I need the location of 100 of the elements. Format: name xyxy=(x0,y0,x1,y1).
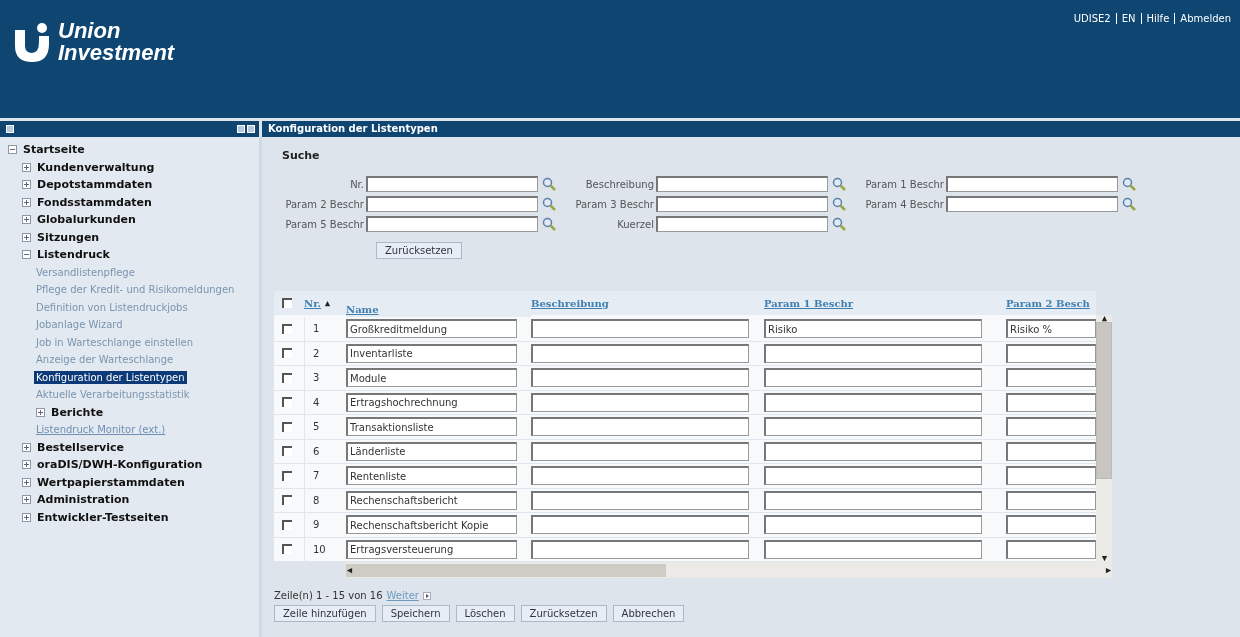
search-field[interactable] xyxy=(946,176,1118,192)
tree-item[interactable]: Konfiguration der Listentypen xyxy=(34,370,187,384)
param-field[interactable] xyxy=(1006,466,1096,486)
search-field[interactable] xyxy=(656,196,828,212)
description-field[interactable] xyxy=(531,368,749,388)
tree-folder[interactable]: Sitzungen xyxy=(37,230,100,244)
search-icon[interactable] xyxy=(832,177,846,191)
row-checkbox[interactable] xyxy=(282,446,292,457)
expand-icon[interactable] xyxy=(36,407,45,417)
row-checkbox[interactable] xyxy=(282,544,292,555)
name-field[interactable]: Transaktionsliste xyxy=(346,417,517,437)
description-field[interactable] xyxy=(531,441,749,461)
param-field[interactable] xyxy=(764,490,982,510)
action-button[interactable]: Zeile hinzufügen xyxy=(274,605,376,622)
search-field[interactable] xyxy=(656,176,828,192)
name-field[interactable]: Ertragshochrechnung xyxy=(346,392,517,412)
param-field[interactable] xyxy=(1006,417,1096,437)
vertical-scrollbar[interactable] xyxy=(1096,315,1112,562)
expand-icon[interactable] xyxy=(22,215,31,225)
param-field[interactable] xyxy=(764,368,982,388)
description-field[interactable] xyxy=(531,417,749,437)
param-field[interactable]: Risiko xyxy=(764,319,982,339)
search-icon[interactable] xyxy=(542,197,556,211)
tree-folder[interactable]: Fondsstammdaten xyxy=(37,195,152,209)
description-field[interactable] xyxy=(531,319,749,339)
expand-icon[interactable] xyxy=(22,162,31,172)
collapse-icon[interactable] xyxy=(22,250,31,260)
name-field[interactable]: Module xyxy=(346,368,517,388)
column-header[interactable]: Name xyxy=(346,304,379,315)
param-field[interactable] xyxy=(764,539,982,559)
param-field[interactable] xyxy=(1006,515,1096,535)
row-checkbox[interactable] xyxy=(282,519,292,530)
tree-folder[interactable]: oraDIS/DWH-Konfiguration xyxy=(37,458,203,472)
row-checkbox[interactable] xyxy=(282,348,292,359)
expand-icon[interactable] xyxy=(22,477,31,487)
horizontal-scrollbar[interactable] xyxy=(346,562,1112,578)
row-checkbox[interactable] xyxy=(282,495,292,506)
search-icon[interactable] xyxy=(542,177,556,191)
tree-folder[interactable]: Kundenverwaltung xyxy=(37,160,155,174)
description-field[interactable] xyxy=(531,515,749,535)
param-field[interactable] xyxy=(1006,392,1096,412)
description-field[interactable] xyxy=(531,343,749,363)
search-field[interactable] xyxy=(946,196,1118,212)
name-field[interactable]: Inventarliste xyxy=(346,343,517,363)
name-field[interactable]: Großkreditmeldung xyxy=(346,319,517,339)
scroll-right-icon[interactable] xyxy=(1105,566,1112,574)
param-field[interactable] xyxy=(764,441,982,461)
column-header[interactable]: Param 1 Beschr xyxy=(764,297,854,309)
description-field[interactable] xyxy=(531,490,749,510)
select-all-checkbox[interactable] xyxy=(282,298,292,308)
expand-icon[interactable] xyxy=(22,180,31,190)
tree-folder[interactable]: Administration xyxy=(37,493,130,507)
param-field[interactable] xyxy=(764,466,982,486)
action-button[interactable]: Löschen xyxy=(455,605,515,622)
tree-folder[interactable]: Bestellservice xyxy=(37,440,124,454)
search-icon[interactable] xyxy=(832,197,846,211)
param-field[interactable] xyxy=(764,392,982,412)
expand-icon[interactable] xyxy=(22,495,31,505)
tree-folder[interactable]: Globalurkunden xyxy=(37,213,136,227)
tree-folder[interactable]: Startseite xyxy=(23,143,85,157)
row-checkbox[interactable] xyxy=(282,323,292,334)
header-link[interactable]: Abmelden xyxy=(1174,13,1236,24)
action-button[interactable]: Abbrechen xyxy=(612,605,685,622)
param-field[interactable] xyxy=(1006,343,1096,363)
header-link[interactable]: EN xyxy=(1115,13,1141,24)
collapse-icon[interactable] xyxy=(8,145,17,155)
expand-icon[interactable] xyxy=(22,460,31,470)
next-icon[interactable] xyxy=(422,591,431,600)
param-field[interactable] xyxy=(1006,368,1096,388)
name-field[interactable]: Ertragsversteuerung xyxy=(346,539,517,559)
sort-icon[interactable] xyxy=(324,299,331,307)
name-field[interactable]: Rentenliste xyxy=(346,466,517,486)
search-icon[interactable] xyxy=(1122,197,1136,211)
param-field[interactable] xyxy=(1006,490,1096,510)
search-field[interactable] xyxy=(366,216,538,232)
row-checkbox[interactable] xyxy=(282,397,292,408)
name-field[interactable]: Länderliste xyxy=(346,441,517,461)
row-checkbox[interactable] xyxy=(282,470,292,481)
action-button[interactable]: Zurücksetzen xyxy=(520,605,607,622)
tree-folder[interactable]: Entwickler-Testseiten xyxy=(37,510,169,524)
search-icon[interactable] xyxy=(1122,177,1136,191)
search-field[interactable] xyxy=(656,216,828,232)
param-field[interactable] xyxy=(764,515,982,535)
search-field[interactable] xyxy=(366,196,538,212)
search-field[interactable] xyxy=(366,176,538,192)
expand-icon[interactable] xyxy=(22,442,31,452)
name-field[interactable]: Rechenschaftsbericht xyxy=(346,490,517,510)
param-field[interactable]: Risiko % xyxy=(1006,319,1096,339)
header-link[interactable]: Hilfe xyxy=(1140,13,1175,24)
tree-folder[interactable]: Wertpapierstammdaten xyxy=(37,475,185,489)
tree-folder[interactable]: Depotstammdaten xyxy=(37,178,153,192)
scroll-left-icon[interactable] xyxy=(346,566,353,574)
search-icon[interactable] xyxy=(542,217,556,231)
expand-icon[interactable] xyxy=(22,197,31,207)
param-field[interactable] xyxy=(764,417,982,437)
tree-folder[interactable]: Listendruck xyxy=(37,248,110,262)
name-field[interactable]: Rechenschaftsbericht Kopie xyxy=(346,515,517,535)
action-button[interactable]: Speichern xyxy=(381,605,450,622)
param-field[interactable] xyxy=(764,343,982,363)
description-field[interactable] xyxy=(531,392,749,412)
